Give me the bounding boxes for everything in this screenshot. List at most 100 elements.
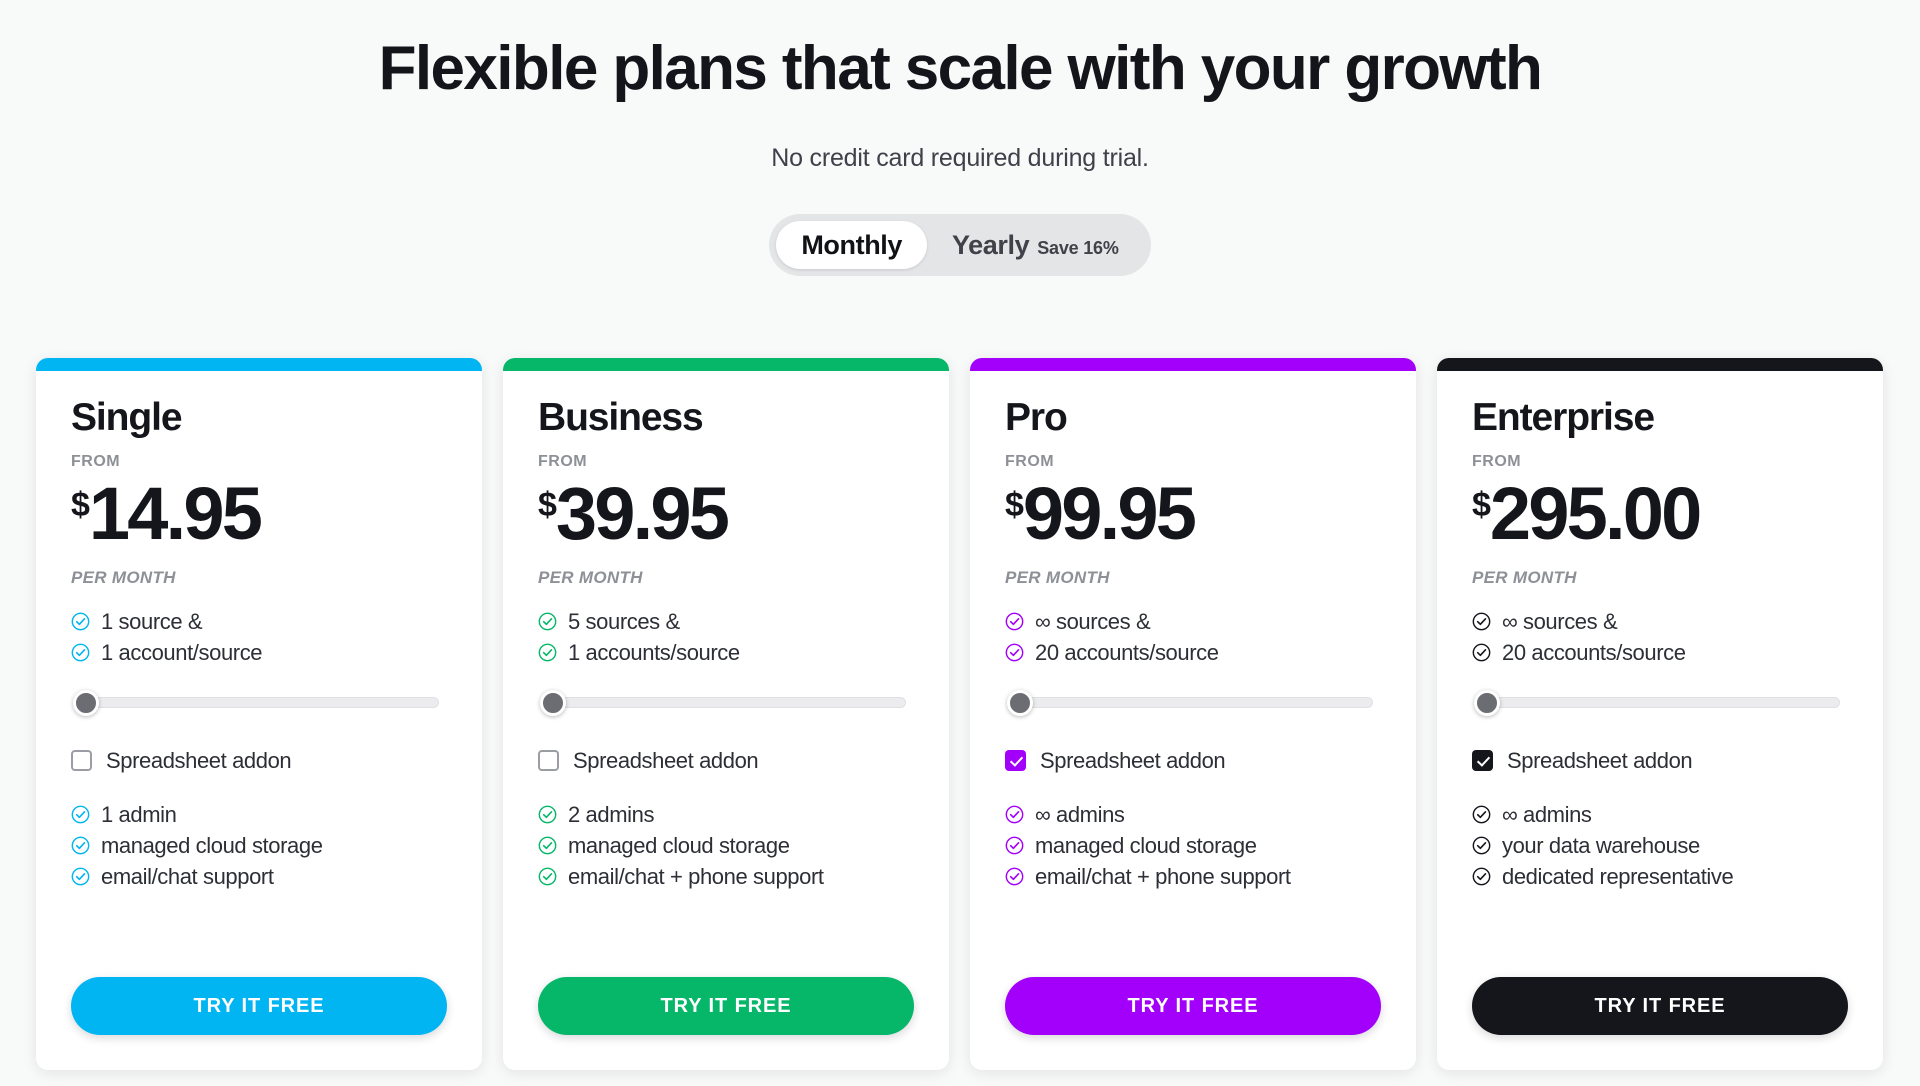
currency-symbol: $ (538, 485, 557, 524)
feature-item: ∞ admins (1005, 799, 1381, 830)
price-amount: 99.95 (1022, 471, 1197, 555)
feature-item: email/chat + phone support (1005, 861, 1381, 892)
toggle-save-badge: Save 16% (1037, 237, 1119, 258)
feature-label: 20 accounts/source (1035, 639, 1219, 665)
spreadsheet-addon-row[interactable]: Spreadsheet addon (1005, 748, 1381, 774)
spreadsheet-addon-label: Spreadsheet addon (1507, 747, 1693, 773)
check-circle-icon (538, 643, 557, 662)
from-label: FROM (1472, 452, 1522, 470)
price-amount: 14.95 (88, 471, 263, 555)
check-circle-icon (71, 836, 90, 855)
feature-item: 1 admin (71, 799, 447, 830)
feature-label: 1 source & (101, 608, 203, 634)
feature-item: 1 source & (71, 606, 447, 637)
feature-list-top: ∞ sources & 20 accounts/source (1472, 606, 1848, 668)
pricing-card-single: Single FROM $14.95 PER MONTH 1 source & 1 acc… (36, 358, 482, 1070)
feature-item: managed cloud storage (71, 830, 447, 861)
feature-label: managed cloud storage (101, 832, 323, 858)
feature-label: 1 account/source (101, 639, 263, 665)
pricing-cards: Single FROM $14.95 PER MONTH 1 source & 1 acc… (36, 358, 1883, 1070)
spreadsheet-addon-row[interactable]: Spreadsheet addon (1472, 748, 1848, 774)
check-circle-icon (1472, 867, 1491, 886)
quantity-slider[interactable] (73, 689, 439, 716)
toggle-yearly-label: Yearly (952, 229, 1030, 260)
feature-item: ∞ sources & (1472, 606, 1848, 637)
currency-symbol: $ (71, 485, 90, 524)
slider-track (1007, 697, 1373, 709)
spreadsheet-addon-checkbox[interactable] (1472, 750, 1493, 772)
try-it-free-button[interactable]: TRY IT FREE (1005, 977, 1381, 1035)
feature-label: 1 admin (101, 801, 177, 827)
billing-toggle-container: Monthly Yearly Save 16% (0, 213, 1920, 276)
check-circle-icon (71, 612, 90, 631)
spreadsheet-addon-checkbox[interactable] (538, 750, 559, 772)
feature-item: 5 sources & (538, 606, 914, 637)
billing-toggle[interactable]: Monthly Yearly Save 16% (769, 213, 1151, 276)
check-circle-icon (538, 612, 557, 631)
feature-label: email/chat support (101, 863, 274, 889)
page-title: Flexible plans that scale with your grow… (378, 34, 1543, 103)
feature-item: your data warehouse (1472, 830, 1848, 861)
spreadsheet-addon-row[interactable]: Spreadsheet addon (538, 748, 914, 774)
try-it-free-button[interactable]: TRY IT FREE (538, 977, 914, 1035)
per-month-label: PER MONTH (71, 567, 176, 587)
card-accent-bar (36, 358, 482, 371)
check-circle-icon (538, 867, 557, 886)
feature-item: dedicated representative (1472, 861, 1848, 892)
toggle-option-monthly[interactable]: Monthly (776, 220, 928, 269)
feature-item: 1 accounts/source (538, 637, 914, 668)
feature-label: email/chat + phone support (568, 863, 824, 889)
feature-item: 1 account/source (71, 637, 447, 668)
pricing-page: Flexible plans that scale with your grow… (0, 0, 1920, 1086)
spreadsheet-addon-checkbox[interactable] (71, 750, 92, 772)
per-month-label: PER MONTH (1472, 567, 1577, 587)
card-accent-bar (970, 358, 1416, 371)
per-month-label: PER MONTH (538, 567, 643, 587)
feature-label: 5 sources & (568, 608, 680, 634)
feature-item: 20 accounts/source (1472, 637, 1848, 668)
check-circle-icon (1005, 836, 1024, 855)
feature-item: ∞ sources & (1005, 606, 1381, 637)
quantity-slider[interactable] (540, 689, 906, 716)
feature-label: managed cloud storage (1035, 832, 1257, 858)
feature-list-top: 5 sources & 1 accounts/source (538, 606, 914, 668)
pricing-card-business: Business FROM $39.95 PER MONTH 5 sources & 1 … (503, 358, 949, 1070)
spreadsheet-addon-checkbox[interactable] (1005, 750, 1026, 772)
card-accent-bar (503, 358, 949, 371)
feature-label: ∞ sources & (1502, 608, 1618, 634)
from-label: FROM (71, 452, 121, 470)
feature-list-top: 1 source & 1 account/source (71, 606, 447, 668)
check-circle-icon (1472, 805, 1491, 824)
check-circle-icon (1005, 612, 1024, 631)
spreadsheet-addon-label: Spreadsheet addon (1040, 747, 1226, 773)
plan-name: Single (71, 396, 183, 439)
toggle-option-yearly[interactable]: Yearly Save 16% (927, 221, 1144, 269)
plan-price: $99.95 (1005, 471, 1381, 555)
check-circle-icon (1005, 805, 1024, 824)
quantity-slider[interactable] (1474, 689, 1840, 716)
feature-list-bottom: ∞ admins managed cloud storage email/chat … (1005, 799, 1381, 892)
plan-name: Pro (1005, 396, 1068, 439)
try-it-free-button[interactable]: TRY IT FREE (71, 977, 447, 1035)
currency-symbol: $ (1472, 485, 1491, 524)
page-subtitle: No credit card required during trial. (771, 143, 1149, 172)
feature-label: 2 admins (568, 801, 655, 827)
feature-label: your data warehouse (1502, 832, 1700, 858)
slider-thumb[interactable] (540, 689, 566, 716)
plan-name: Business (538, 396, 704, 439)
slider-thumb[interactable] (73, 689, 99, 716)
try-it-free-button[interactable]: TRY IT FREE (1472, 977, 1848, 1035)
feature-item: 2 admins (538, 799, 914, 830)
spreadsheet-addon-label: Spreadsheet addon (106, 747, 292, 773)
feature-label: dedicated representative (1502, 863, 1734, 889)
slider-thumb[interactable] (1007, 689, 1033, 716)
slider-thumb[interactable] (1474, 689, 1500, 716)
feature-list-top: ∞ sources & 20 accounts/source (1005, 606, 1381, 668)
toggle-monthly-label: Monthly (801, 229, 903, 260)
feature-list-bottom: 1 admin managed cloud storage email/chat s… (71, 799, 447, 892)
feature-label: ∞ admins (1035, 801, 1125, 827)
check-circle-icon (538, 836, 557, 855)
spreadsheet-addon-row[interactable]: Spreadsheet addon (71, 748, 447, 774)
quantity-slider[interactable] (1007, 689, 1373, 716)
plan-price: $295.00 (1472, 476, 1848, 550)
